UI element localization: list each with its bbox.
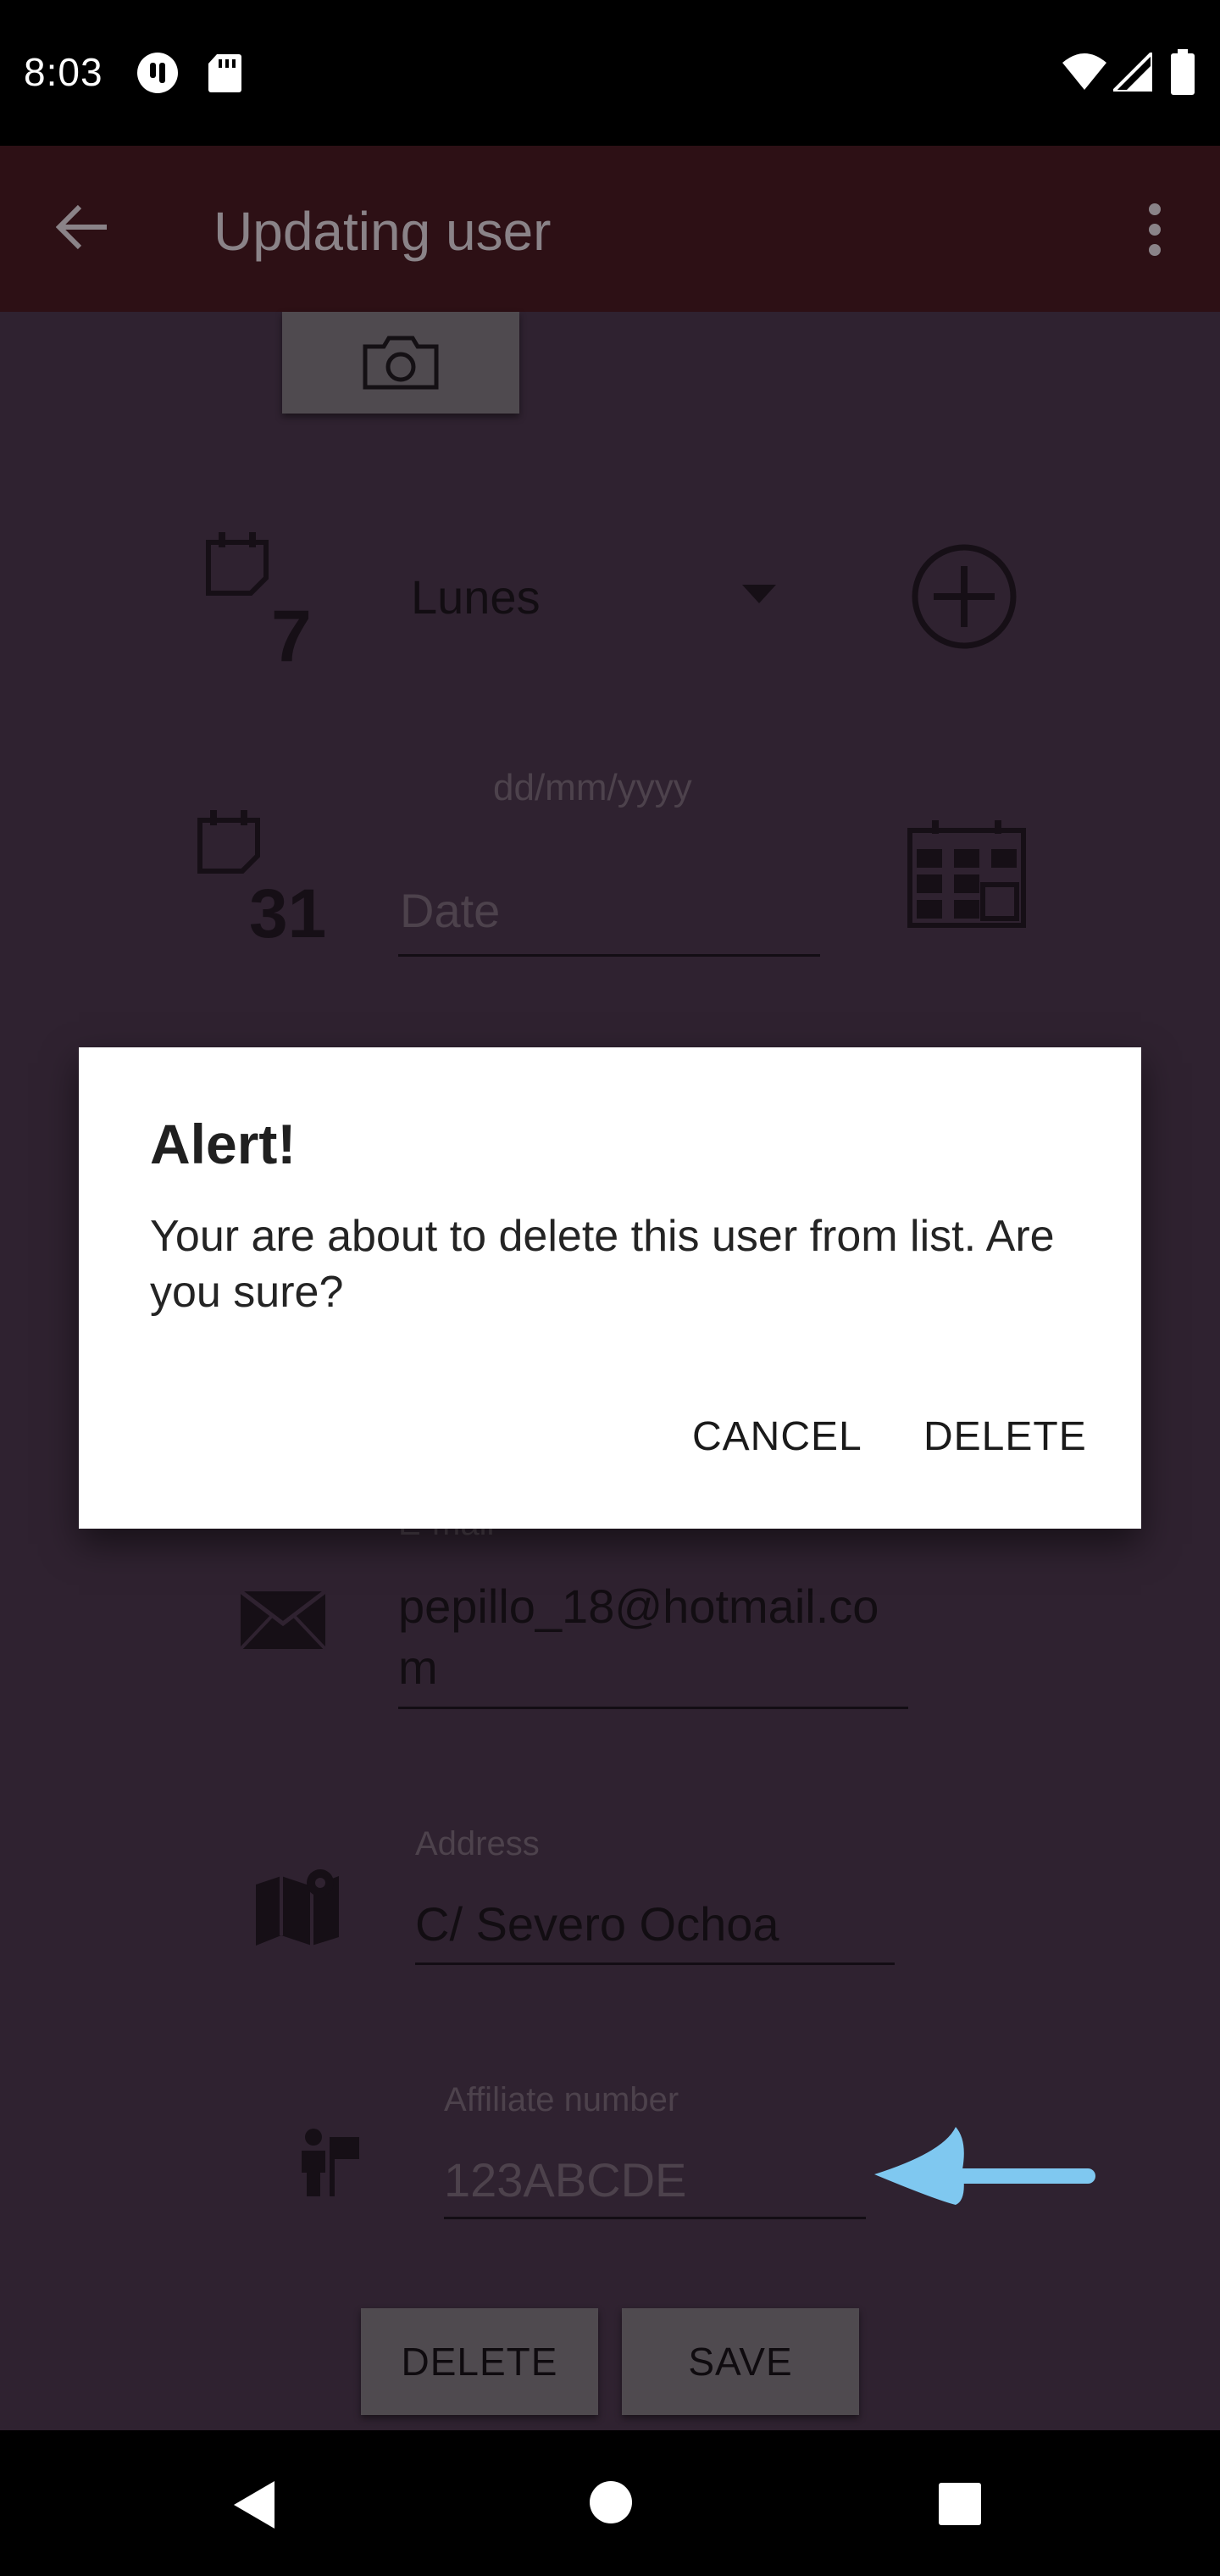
status-bar: 8:03	[0, 0, 1220, 146]
nav-back-icon[interactable]	[230, 2479, 278, 2530]
signal-icon	[1113, 53, 1152, 92]
notification-icon	[137, 53, 178, 93]
alert-dialog: Alert! Your are about to delete this use…	[79, 1047, 1141, 1529]
nav-home-icon[interactable]	[588, 2479, 634, 2525]
dialog-title: Alert!	[150, 1113, 297, 1175]
status-time: 8:03	[24, 50, 103, 94]
dialog-message: Your are about to delete this user from …	[150, 1212, 1055, 1317]
wifi-icon	[1062, 53, 1106, 90]
battery-icon	[1171, 49, 1195, 95]
cancel-button[interactable]: CANCEL	[692, 1413, 862, 1460]
navigation-bar	[0, 2430, 1220, 2576]
nav-recents-icon[interactable]	[937, 2481, 983, 2527]
confirm-delete-button[interactable]: DELETE	[923, 1413, 1087, 1460]
sd-card-icon	[208, 54, 241, 92]
